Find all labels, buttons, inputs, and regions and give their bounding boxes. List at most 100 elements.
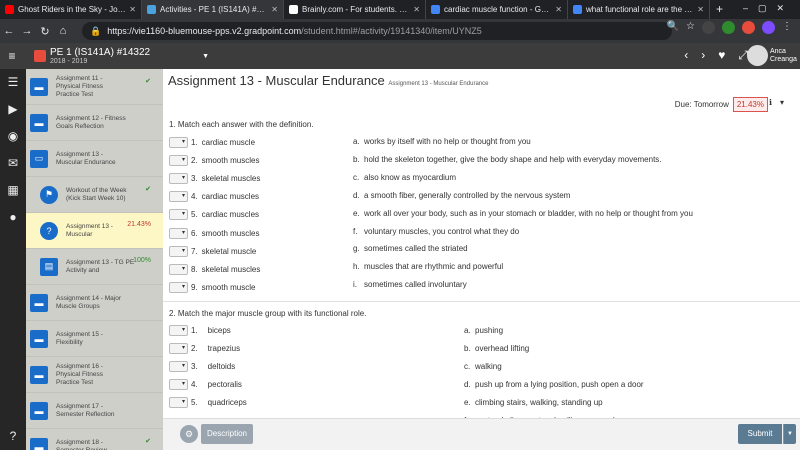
heart-icon[interactable]: ♥: [718, 48, 725, 63]
answer-select[interactable]: ▾: [169, 154, 188, 166]
nav-item[interactable]: ▬ Assignment 11 - Physical Fitness Practi…: [26, 69, 163, 105]
info-icon[interactable]: ℹ▾: [769, 98, 792, 107]
extension-icon[interactable]: [702, 21, 715, 34]
answer-select[interactable]: ▾: [169, 397, 188, 409]
extension-icon[interactable]: [722, 21, 735, 34]
nav-item-status: ✔: [145, 186, 151, 193]
answer-select[interactable]: ▾: [169, 136, 188, 148]
folder-icon: ▬: [30, 437, 48, 450]
help-icon[interactable]: ?: [0, 423, 26, 450]
answer-select[interactable]: ▾: [169, 209, 188, 221]
answer-letter: f.: [353, 226, 358, 236]
course-selector[interactable]: PE 1 (IS141A) #14322 2018 - 2019: [50, 47, 150, 65]
menu-kebab-icon[interactable]: ⋮: [782, 21, 792, 34]
list-icon[interactable]: ☰: [0, 69, 26, 96]
hamburger-menu-icon[interactable]: ≡: [0, 49, 24, 63]
calendar-icon[interactable]: ▦: [0, 177, 26, 204]
answer-select[interactable]: ▾: [169, 360, 188, 372]
star-icon[interactable]: ☆: [686, 21, 695, 34]
answer-select[interactable]: ▾: [169, 324, 188, 336]
answer-text: a smooth fiber, generally controlled by …: [364, 190, 571, 200]
answer-select[interactable]: ▾: [169, 282, 188, 294]
answer-select[interactable]: ▾: [169, 172, 188, 184]
answer-text: sometimes called the striated: [364, 244, 468, 254]
settings-icon[interactable]: ⚙: [180, 425, 198, 443]
answer-select[interactable]: ▾: [169, 263, 188, 275]
play-icon[interactable]: ▶: [0, 96, 26, 123]
tab-title: cardiac muscle function - Goog: [444, 5, 553, 14]
new-tab-icon[interactable]: +: [710, 0, 729, 19]
nav-item[interactable]: ▬ Assignment 16 - Physical Fitness Practi…: [26, 357, 163, 393]
browser-tab[interactable]: Brainly.com - For students. By s ✕: [284, 0, 426, 19]
answer-option: e. work all over your body, such as in yo…: [353, 209, 693, 218]
answer-option: b. overhead lifting: [464, 344, 529, 353]
extension-icon[interactable]: [742, 21, 755, 34]
prev-icon[interactable]: ‹: [684, 48, 688, 63]
match-row: ▾ 1. biceps: [169, 323, 231, 337]
answer-select[interactable]: ▾: [169, 379, 188, 391]
nav-item[interactable]: ▬ Assignment 15 - Flexibility: [26, 321, 163, 357]
match-row: ▾ 2. trapezius: [169, 341, 240, 355]
favicon-icon: [289, 5, 298, 14]
item-number: 2.: [191, 155, 198, 165]
window-controls[interactable]: –▢✕: [743, 3, 794, 14]
match-row: ▾ 1. cardiac muscle: [169, 135, 255, 149]
nav-item[interactable]: ▬ Assignment 12 - Fitness Goals Reflectio…: [26, 105, 163, 141]
browser-tab[interactable]: what functional role are the pec ✕: [568, 0, 710, 19]
item-number: 3.: [191, 173, 198, 183]
book-icon: ▤: [40, 257, 58, 276]
item-number: 1.: [191, 137, 198, 147]
nav-item-label: Assignment 13 - TG PE Activity and: [66, 258, 135, 274]
nav-item[interactable]: ▭ Assignment 13 - Muscular Endurance: [26, 141, 163, 177]
nav-item[interactable]: ? Assignment 13 - Muscular 21.43%: [26, 213, 163, 249]
extension-icon[interactable]: [762, 21, 775, 34]
description-button[interactable]: Description: [201, 424, 253, 444]
reload-icon[interactable]: ↻: [36, 25, 54, 38]
match-row: ▾ 9. smooth muscle: [169, 281, 255, 295]
item-term: trapezius: [207, 343, 241, 353]
forward-icon[interactable]: →: [18, 25, 36, 37]
back-icon[interactable]: ←: [0, 25, 18, 37]
chevron-down-icon[interactable]: ▼: [202, 53, 209, 60]
nav-item[interactable]: ▬ Assignment 18 - Semester Review ✔: [26, 429, 163, 450]
item-term: cardiac muscles: [201, 210, 260, 220]
nav-item-label: Assignment 11 - Physical Fitness Practic…: [56, 74, 103, 98]
mail-icon[interactable]: ✉: [0, 150, 26, 177]
close-icon[interactable]: ✕: [555, 5, 562, 14]
close-icon[interactable]: ✕: [413, 5, 420, 14]
next-icon[interactable]: ›: [701, 48, 705, 63]
apple-icon[interactable]: ●: [0, 204, 26, 231]
lock-icon: 🔒: [90, 25, 102, 36]
browser-tab[interactable]: cardiac muscle function - Goog ✕: [426, 0, 568, 19]
folder-icon: ▬: [30, 365, 48, 384]
answer-letter: a.: [464, 326, 471, 335]
dashboard-icon[interactable]: ◉: [0, 123, 26, 150]
answer-option: i. sometimes called involuntary: [353, 280, 467, 289]
nav-item[interactable]: ▬ Assignment 17 - Semester Reflection: [26, 393, 163, 429]
assignment-nav-list: ▬ Assignment 11 - Physical Fitness Practi…: [26, 69, 163, 450]
submit-button[interactable]: Submit: [738, 424, 782, 444]
avatar[interactable]: [747, 45, 768, 66]
question-icon: ?: [40, 221, 58, 240]
browser-tab[interactable]: Ghost Riders in the Sky - Johnn ✕: [0, 0, 142, 19]
url-input[interactable]: 🔒 https://vie1160-bluemouse-pps.v2.gradp…: [82, 22, 672, 40]
answer-select[interactable]: ▾: [169, 245, 188, 257]
close-icon[interactable]: ✕: [697, 5, 704, 14]
home-icon[interactable]: ⌂: [54, 25, 72, 37]
answer-select[interactable]: ▾: [169, 342, 188, 354]
close-icon[interactable]: ✕: [271, 5, 278, 14]
icon-rail: ☰ ▶ ◉ ✉ ▦ ● ?: [0, 69, 26, 450]
browser-tab[interactable]: Activities - PE 1 (IS141A) #1432 ✕: [142, 0, 284, 19]
nav-item[interactable]: ⚑ Workout of the Week (Kick Start Week 10…: [26, 177, 163, 213]
answer-option: f. voluntary muscles, you control what th…: [353, 227, 519, 236]
nav-item[interactable]: ▤ Assignment 13 - TG PE Activity and 100%: [26, 249, 163, 285]
answer-option: a. works by itself with no help or though…: [353, 137, 531, 146]
close-icon[interactable]: ✕: [129, 5, 136, 14]
chevron-down-icon[interactable]: ▼: [783, 424, 796, 444]
answer-option: d. a smooth fiber, generally controlled b…: [353, 191, 570, 200]
search-icon[interactable]: 🔍: [667, 21, 679, 34]
nav-item[interactable]: ▬ Assignment 14 - Major Muscle Groups: [26, 285, 163, 321]
answer-text: also know as myocardium: [364, 172, 457, 182]
answer-select[interactable]: ▾: [169, 191, 188, 203]
answer-select[interactable]: ▾: [169, 227, 188, 239]
